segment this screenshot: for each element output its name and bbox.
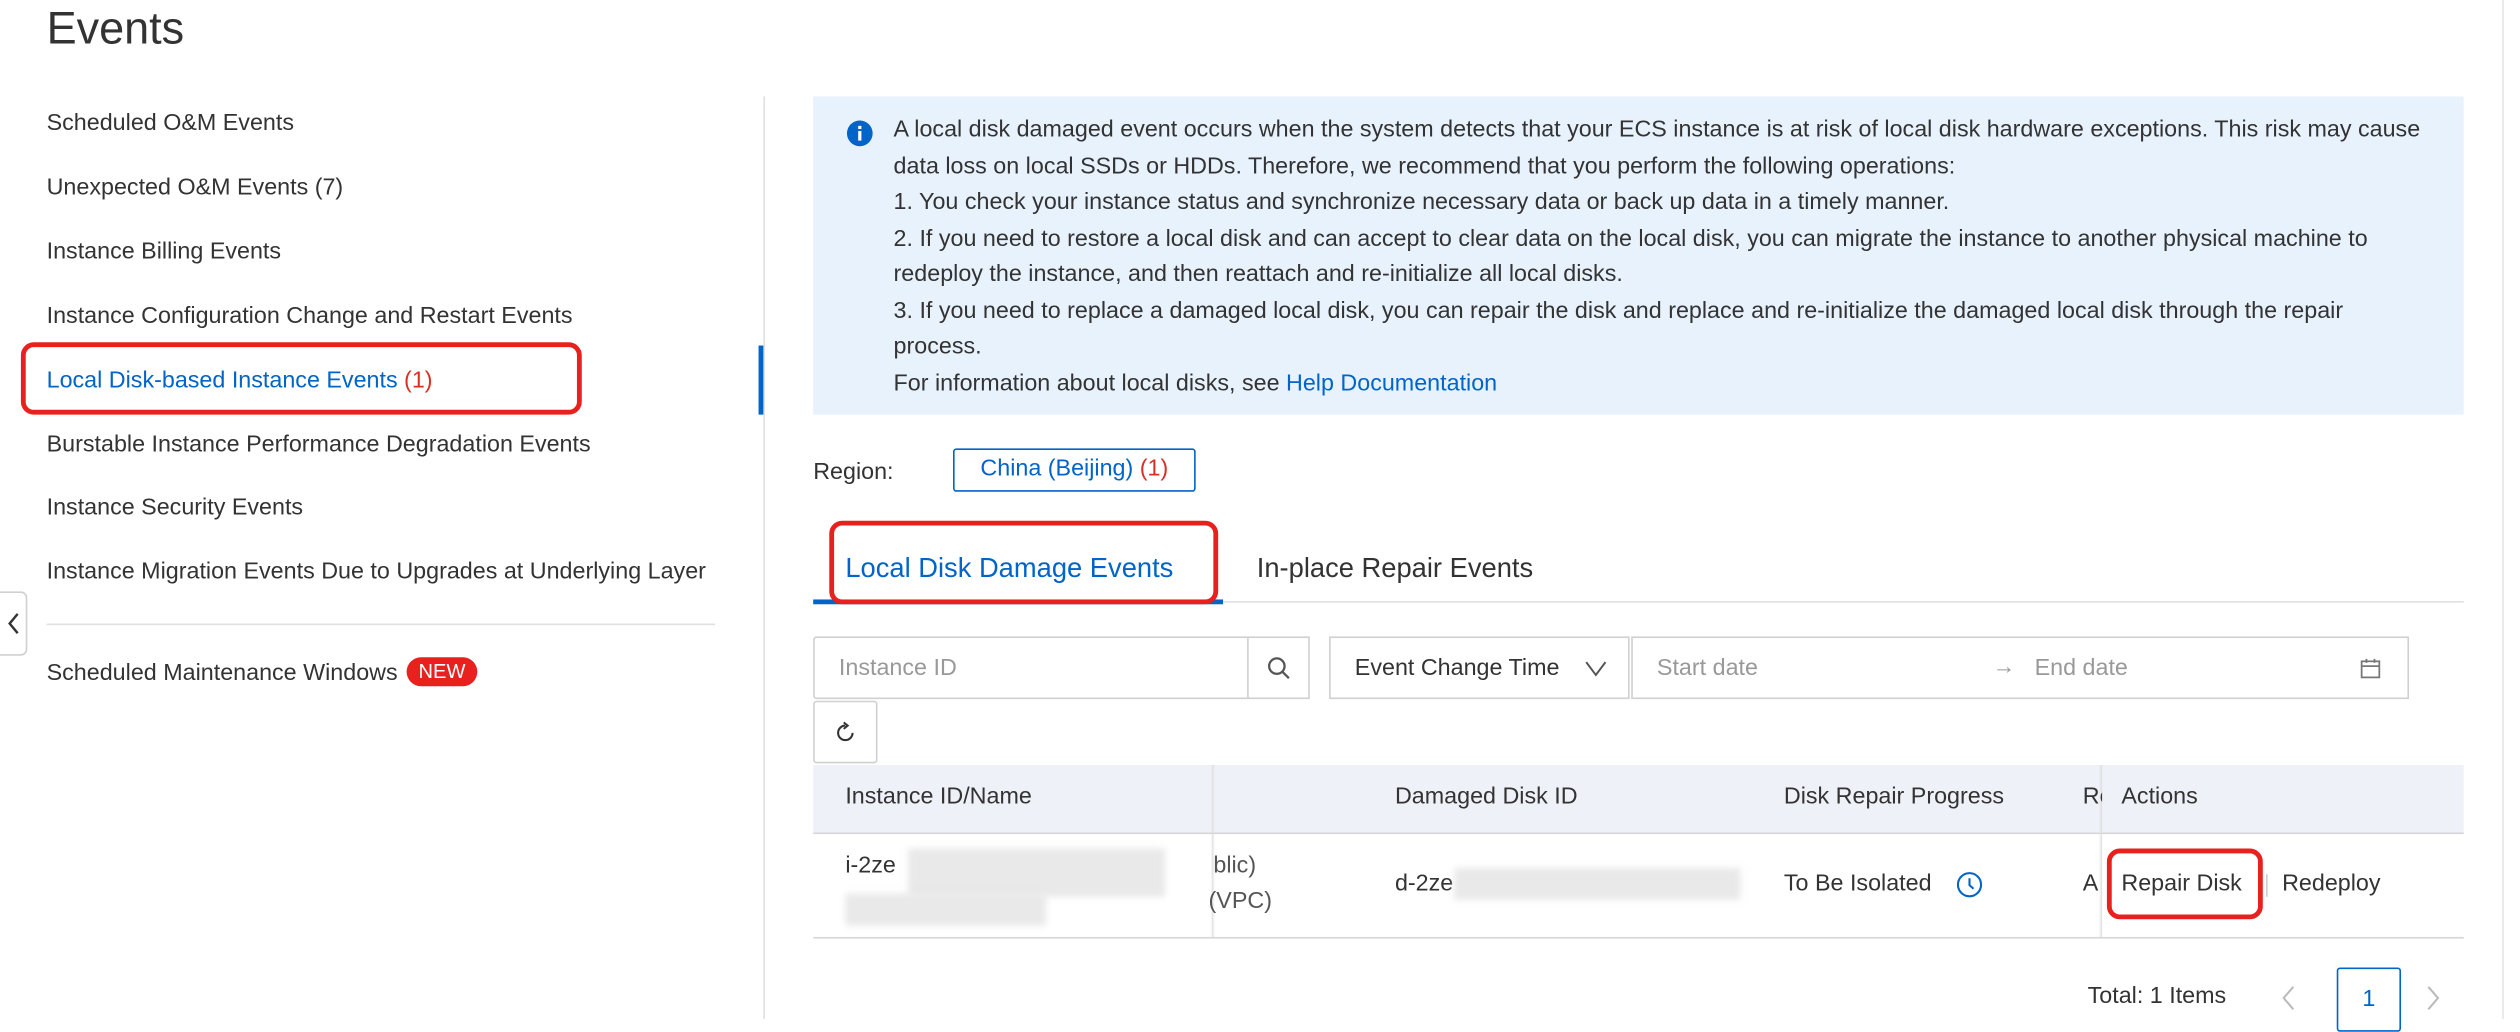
table-header [813,764,2464,835]
tab-in-place-repair-events[interactable]: In-place Repair Events [1257,553,1533,585]
disk-id: d-2ze [1394,871,1454,897]
chevron-down-icon [1585,661,1607,677]
new-badge: NEW [407,657,477,687]
sidebar-divider [763,96,765,1019]
search-icon [1268,657,1290,679]
pagination-total: Total: 1 Items [2087,983,2227,1010]
sidebar-item[interactable]: Unexpected O&M Events (7) [47,175,344,201]
redeploy-link[interactable]: Redeploy [2282,871,2380,897]
region-label: Region: [813,459,894,486]
network-type-vpc: (VPC) [1208,888,1272,915]
sidebar-item-label: Instance Billing Events [46,239,282,265]
sidebar-item-maintenance-windows[interactable]: Scheduled Maintenance Windows NEW [46,657,477,687]
region-count: (1) [1139,456,1169,483]
info-icon [846,120,873,147]
sidebar-item-label: Scheduled Maintenance Windows [46,660,398,687]
chevron-left-icon[interactable] [2279,984,2298,1013]
sidebar-item-label: Instance Migration Events Due to Upgrade… [46,559,706,586]
search-button[interactable] [1247,636,1310,700]
region-button[interactable]: China (Beijing) (1) [953,448,1196,492]
redacted-instance-name [845,893,1047,926]
action-separator [2266,874,2268,897]
sidebar-item[interactable]: Instance Migration Events Due to Upgrade… [47,560,706,586]
redacted-instance-id [908,848,1166,897]
repair-progress: To Be Isolated [1783,871,1932,897]
arrow-right-icon: → [1992,652,2016,679]
refresh-icon [837,721,854,742]
column-instance-id: Instance ID/Name [845,784,1032,810]
info-text: A local disk damaged event occurs when t… [893,117,2421,397]
sidebar-item-label: Scheduled O&M Events [46,110,295,137]
network-type: blic) [1213,853,1257,880]
redacted-disk-id [1454,867,1741,900]
chevron-right-icon[interactable] [2424,984,2443,1013]
instance-id-link[interactable]: i-2ze [845,853,896,879]
highlight-box [2106,848,2263,920]
column-actions: Actions [2121,784,2198,810]
sidebar-item[interactable]: Instance Billing Events [47,239,281,265]
region-name: China (Beijing) [980,456,1134,483]
column-disk-repair-progress: Disk Repair Progress [1783,784,2005,810]
highlight-box [20,342,582,415]
chevron-left-icon [8,613,19,634]
clock-icon[interactable] [1956,871,1983,898]
sidebar-item-count: (7) [314,174,344,201]
page-title: Events [46,3,185,54]
date-range-picker[interactable]: Start date → End date [1631,636,2410,700]
sidebar-item-label: Unexpected O&M Events [46,174,309,201]
highlight-box [829,520,1219,605]
divider [46,623,716,626]
sidebar-item[interactable]: Instance Configuration Change and Restar… [47,303,573,329]
column-damaged-disk-id: Damaged Disk ID [1394,784,1578,810]
column-truncated: Re [2082,784,2102,810]
placeholder: Instance ID [838,655,957,682]
sidebar-item[interactable]: Scheduled O&M Events [47,111,294,137]
scrollbar[interactable] [2502,0,2504,1019]
instance-id-input[interactable]: Instance ID [813,636,1249,700]
sidebar-item-label: Instance Security Events [46,495,304,522]
truncated-cell: A [2082,871,2099,897]
page-1-button[interactable]: 1 [2336,967,2402,1032]
active-indicator [758,345,764,415]
event-time-select[interactable]: Event Change Time [1329,636,1630,700]
start-date-input[interactable]: Start date [1657,656,1758,682]
refresh-button[interactable] [813,700,878,764]
sidebar-item-label: Burstable Instance Performance Degradati… [46,431,591,458]
info-banner: A local disk damaged event occurs when t… [813,96,2464,415]
end-date-input[interactable]: End date [2035,656,2128,682]
sidebar-item-label: Instance Configuration Change and Restar… [46,303,573,329]
collapse-sidebar-button[interactable] [0,591,28,656]
calendar-icon [2360,658,2381,679]
sidebar-item[interactable]: Burstable Instance Performance Degradati… [47,432,591,458]
select-value: Event Change Time [1354,655,1560,682]
help-documentation-link[interactable]: Help Documentation [1286,370,1497,396]
sidebar-item[interactable]: Instance Security Events [47,496,303,522]
